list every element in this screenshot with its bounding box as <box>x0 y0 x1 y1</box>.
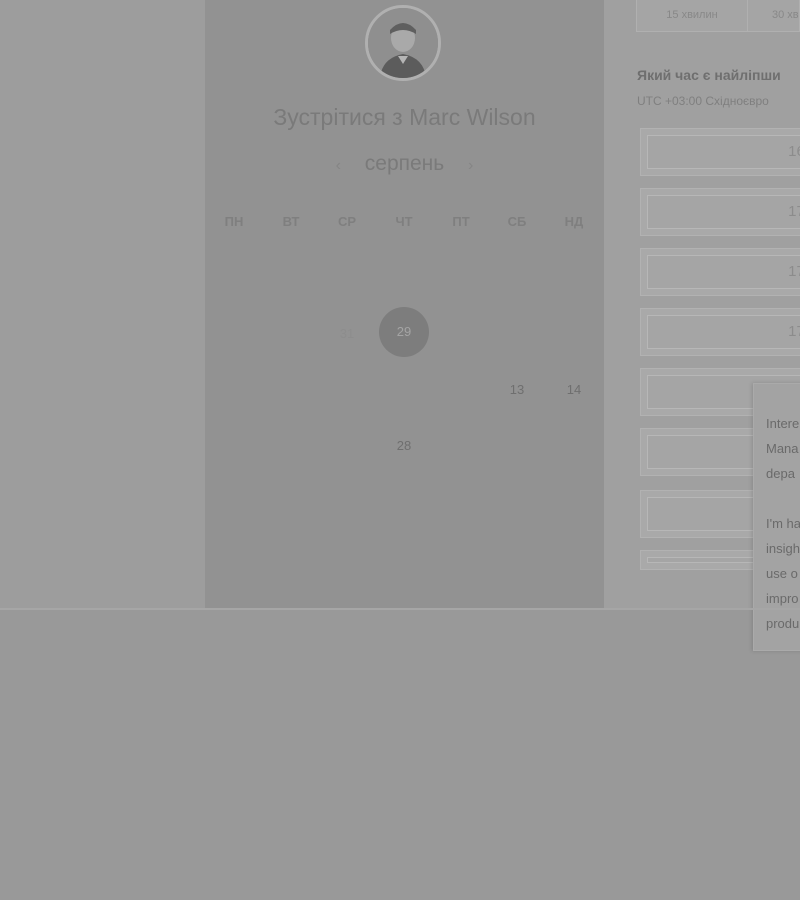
month-label: серпень <box>364 152 445 175</box>
time-slot-label: 16: <box>788 143 800 160</box>
person-icon <box>368 8 438 78</box>
time-slot-inner <box>647 195 800 229</box>
time-slot[interactable]: 17: <box>640 308 800 356</box>
time-slot[interactable]: 16: <box>640 128 800 176</box>
weekday-thu: ЧТ <box>395 214 413 229</box>
time-slot-inner <box>647 315 800 349</box>
weekday-fri: ПТ <box>452 214 470 229</box>
time-slot-label: 17: <box>788 203 800 220</box>
time-slot-inner <box>647 135 800 169</box>
divider <box>0 608 800 610</box>
calendar-day-available[interactable]: 14 <box>554 380 594 400</box>
calendar-panel <box>205 0 604 610</box>
tab-15-min[interactable]: 15 хвилин <box>637 0 748 31</box>
time-slot[interactable]: 17: <box>640 248 800 296</box>
bio-line: produ <box>766 616 800 631</box>
bio-line: depa <box>766 466 795 481</box>
host-avatar <box>365 5 441 81</box>
host-bio-popover: Intere Mana depa I'm ha insigh use o imp… <box>753 383 800 651</box>
bio-line: use o <box>766 566 798 581</box>
calendar-day: 31 <box>339 326 355 341</box>
bio-line: I'm ha <box>766 516 800 531</box>
bio-line: insigh <box>766 541 800 556</box>
chevron-left-icon[interactable]: ‹ <box>328 157 348 175</box>
time-slot[interactable]: 17: <box>640 188 800 236</box>
weekday-sat: СБ <box>507 214 527 229</box>
selected-day[interactable]: 29 <box>384 322 424 342</box>
duration-tabs: 15 хвилин 30 хв <box>636 0 800 32</box>
weekday-tue: ВТ <box>282 214 300 229</box>
meeting-title: Зустрітися з Marc Wilson <box>273 104 536 130</box>
best-time-question: Який час є найліпши <box>637 67 781 83</box>
calendar-day-available[interactable]: 13 <box>497 380 537 400</box>
month-navigation: ‹ серпень › <box>205 152 604 176</box>
chevron-right-icon[interactable]: › <box>461 157 481 175</box>
weekday-mon: ПН <box>224 214 244 229</box>
calendar-day-available[interactable]: 28 <box>384 436 424 456</box>
time-slot-label: 17: <box>788 323 800 340</box>
weekday-wed: СР <box>337 214 357 229</box>
time-slot-label: 17: <box>788 263 800 280</box>
bio-line: Mana <box>766 441 799 456</box>
timezone-label[interactable]: UTC +03:00 Східноєвро <box>637 94 769 108</box>
tab-30-min[interactable]: 30 хв <box>748 0 800 31</box>
weekday-sun: НД <box>564 214 584 229</box>
time-slot-inner <box>647 255 800 289</box>
left-blank-area <box>0 0 205 610</box>
bio-line: Intere <box>766 416 800 431</box>
